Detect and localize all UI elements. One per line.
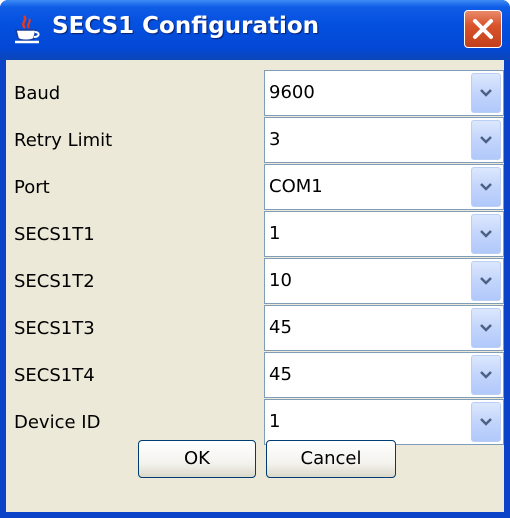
device-id-label: Device ID — [14, 412, 101, 433]
chevron-down-icon — [480, 371, 492, 379]
baud-value: 9600 — [269, 82, 315, 103]
dialog-window: SECS1 Configuration Baud 9600 Retry Limi… — [0, 0, 510, 518]
secs1t1-dropdown-button[interactable] — [471, 214, 501, 254]
baud-label: Baud — [14, 83, 61, 104]
port-dropdown-button[interactable] — [471, 167, 501, 207]
chevron-down-icon — [480, 230, 492, 238]
retry-limit-combo[interactable]: 3 — [264, 117, 504, 163]
retry-limit-dropdown-button[interactable] — [471, 120, 501, 160]
secs1t1-combo[interactable]: 1 — [264, 211, 504, 257]
secs1t4-label: SECS1T4 — [14, 365, 95, 386]
secs1t2-combo[interactable]: 10 — [264, 258, 504, 304]
chevron-down-icon — [480, 183, 492, 191]
device-id-combo[interactable]: 1 — [264, 399, 504, 445]
device-id-dropdown-button[interactable] — [471, 402, 501, 442]
title-bar[interactable]: SECS1 Configuration — [0, 0, 510, 60]
secs1t2-label: SECS1T2 — [14, 271, 95, 292]
chevron-down-icon — [480, 277, 492, 285]
baud-combo[interactable]: 9600 — [264, 70, 504, 116]
secs1t4-dropdown-button[interactable] — [471, 355, 501, 395]
chevron-down-icon — [480, 418, 492, 426]
secs1t3-combo[interactable]: 45 — [264, 305, 504, 351]
secs1t3-dropdown-button[interactable] — [471, 308, 501, 348]
chevron-down-icon — [480, 324, 492, 332]
java-icon — [12, 14, 42, 46]
cancel-button[interactable]: Cancel — [266, 440, 396, 478]
secs1t2-dropdown-button[interactable] — [471, 261, 501, 301]
secs1t3-label: SECS1T3 — [14, 318, 95, 339]
secs1t1-value: 1 — [269, 223, 281, 244]
port-label: Port — [14, 177, 50, 198]
chevron-down-icon — [480, 89, 492, 97]
ok-button[interactable]: OK — [138, 440, 256, 478]
device-id-value: 1 — [269, 411, 281, 432]
close-button[interactable] — [464, 10, 502, 48]
window-title: SECS1 Configuration — [52, 13, 320, 39]
secs1t4-combo[interactable]: 45 — [264, 352, 504, 398]
secs1t2-value: 10 — [269, 270, 292, 291]
port-value: COM1 — [269, 176, 323, 197]
port-combo[interactable]: COM1 — [264, 164, 504, 210]
secs1t1-label: SECS1T1 — [14, 224, 95, 245]
secs1t4-value: 45 — [269, 364, 292, 385]
retry-limit-label: Retry Limit — [14, 130, 113, 151]
chevron-down-icon — [480, 136, 492, 144]
baud-dropdown-button[interactable] — [471, 73, 501, 113]
secs1t3-value: 45 — [269, 317, 292, 338]
retry-limit-value: 3 — [269, 129, 281, 150]
